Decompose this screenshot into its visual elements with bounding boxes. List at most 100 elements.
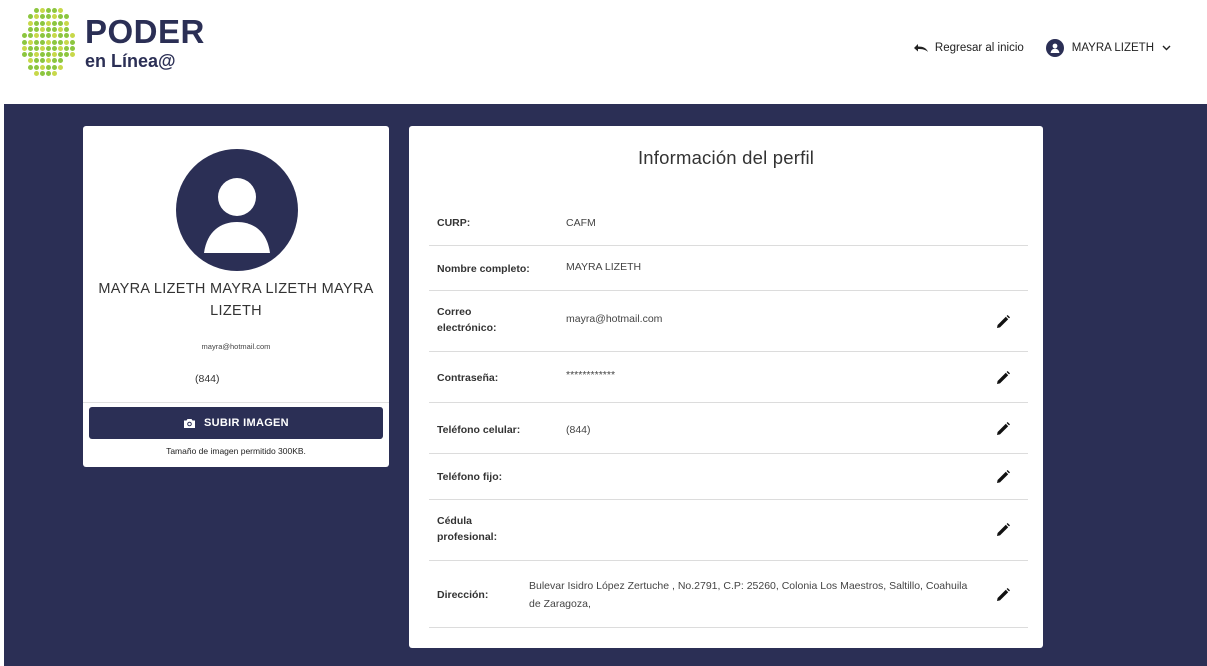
user-menu-name: MAYRA LIZETH: [1071, 42, 1154, 54]
info-row-full-name: Nombre completo: MAYRA LIZETH: [429, 246, 1028, 291]
info-label: Teléfono celular:: [437, 424, 521, 436]
edit-mobile-phone-pencil-icon[interactable]: [994, 420, 1012, 438]
logo-dot: [34, 64, 39, 70]
upload-image-label: SUBIR IMAGEN: [204, 417, 289, 429]
logo-dot: [70, 52, 75, 58]
logo-dot: [70, 39, 75, 45]
logo-dot: [46, 45, 51, 51]
user-avatar-icon: [1045, 39, 1064, 57]
logo-dot: [58, 14, 63, 20]
info-row-email: Correo electrónico: mayra@hotmail.com: [429, 291, 1028, 352]
logo-dot: [40, 33, 45, 39]
info-label: Teléfono fijo:: [437, 471, 503, 483]
divider: [83, 402, 389, 403]
profile-info-card: Información del perfil CURP: CAFM Nombre…: [409, 126, 1043, 648]
info-label: Dirección:: [437, 589, 489, 601]
logo-dot: [34, 52, 39, 58]
logo-dot: [40, 64, 45, 70]
edit-landline-phone-pencil-icon[interactable]: [994, 468, 1012, 486]
logo-dot: [40, 58, 45, 64]
info-row-landline-phone: Teléfono fijo:: [429, 454, 1028, 500]
logo-dot: [40, 71, 45, 76]
info-label: Cédula profesional:: [437, 515, 498, 543]
logo-dot: [34, 33, 39, 39]
logo-dot: [52, 20, 57, 26]
logo-dot: [64, 20, 69, 26]
logo-dot: [58, 45, 63, 51]
profile-info-title: Información del perfil: [637, 147, 815, 168]
logo-dot: [64, 45, 69, 51]
logo-dot: [34, 45, 39, 51]
info-row-mobile-phone: Teléfono celular: (844): [429, 403, 1028, 454]
logo-dot: [46, 39, 51, 45]
logo-dot: [34, 71, 39, 76]
logo-subtitle: en Línea@: [85, 51, 176, 71]
upload-image-button[interactable]: SUBIR IMAGEN: [89, 407, 383, 439]
logo-dot: [64, 52, 69, 58]
logo-dot: [46, 58, 51, 64]
logo-dot: [34, 8, 39, 13]
logo-dot: [46, 26, 51, 32]
profile-phone: (844): [195, 373, 220, 385]
profile-full-name: MAYRA LIZETH MAYRA LIZETH MAYRA LIZETH: [98, 281, 374, 319]
edit-email-pencil-icon[interactable]: [994, 313, 1012, 331]
info-label: CURP:: [437, 217, 471, 229]
logo-dot: [34, 26, 39, 32]
user-menu[interactable]: MAYRA LIZETH: [1045, 39, 1171, 57]
edit-professional-license-pencil-icon[interactable]: [994, 521, 1012, 539]
logo-dot: [64, 39, 69, 45]
info-row-address: Dirección: Bulevar Isidro López Zertuche…: [429, 561, 1028, 628]
logo-dot: [40, 20, 45, 26]
logo-dot: [64, 33, 69, 39]
poder-en-linea-logo[interactable]: PODER en Línea@: [22, 8, 212, 80]
logo-dot: [28, 52, 33, 58]
logo-dot: [58, 52, 63, 58]
logo-dot: [46, 52, 51, 58]
profile-avatar-icon: [176, 149, 298, 271]
logo-dot: [40, 45, 45, 51]
logo-dot: [58, 64, 63, 70]
logo-dot: [28, 64, 33, 70]
info-row-professional-license: Cédula profesional:: [429, 500, 1028, 561]
info-value: (844): [566, 424, 591, 436]
logo-dot: [58, 26, 63, 32]
logo-dot: [46, 64, 51, 70]
info-row-password: Contraseña: ************: [429, 352, 1028, 403]
logo-dot: [52, 39, 57, 45]
logo-dot: [40, 26, 45, 32]
camera-icon: [184, 418, 196, 428]
info-value: ************: [566, 369, 616, 381]
logo-dot: [34, 39, 39, 45]
logo-dot: [40, 52, 45, 58]
profile-summary-card: MAYRA LIZETH MAYRA LIZETH MAYRA LIZETH m…: [83, 126, 389, 467]
logo-dot: [22, 45, 27, 51]
logo-dot: [52, 64, 57, 70]
logo-dot: [46, 14, 51, 20]
back-to-home-link[interactable]: Regresar al inicio: [913, 42, 1024, 54]
logo-dot: [58, 39, 63, 45]
logo-dot: [34, 20, 39, 26]
info-value: CAFM: [566, 217, 596, 229]
info-label: Contraseña:: [437, 372, 499, 384]
logo-dot: [46, 20, 51, 26]
logo-dot: [52, 26, 57, 32]
logo-dot: [28, 26, 33, 32]
logo-dot: [52, 45, 57, 51]
info-value: MAYRA LIZETH: [566, 261, 642, 273]
logo-dot: [28, 33, 33, 39]
logo-dot: [52, 14, 57, 20]
logo-dot: [52, 8, 57, 13]
logo-dot: [46, 71, 51, 76]
logo-dot: [22, 52, 27, 58]
undo-arrow-icon: [913, 44, 928, 52]
logo-dot: [28, 14, 33, 20]
logo-dot: [58, 58, 63, 64]
logo-dot: [52, 33, 57, 39]
info-label: Correo electrónico:: [437, 306, 497, 334]
logo-dot: [70, 33, 75, 39]
edit-address-pencil-icon[interactable]: [994, 586, 1012, 604]
logo-dot: [52, 52, 57, 58]
back-to-home-label: Regresar al inicio: [934, 42, 1024, 54]
logo-dot: [58, 20, 63, 26]
edit-password-pencil-icon[interactable]: [994, 369, 1012, 387]
